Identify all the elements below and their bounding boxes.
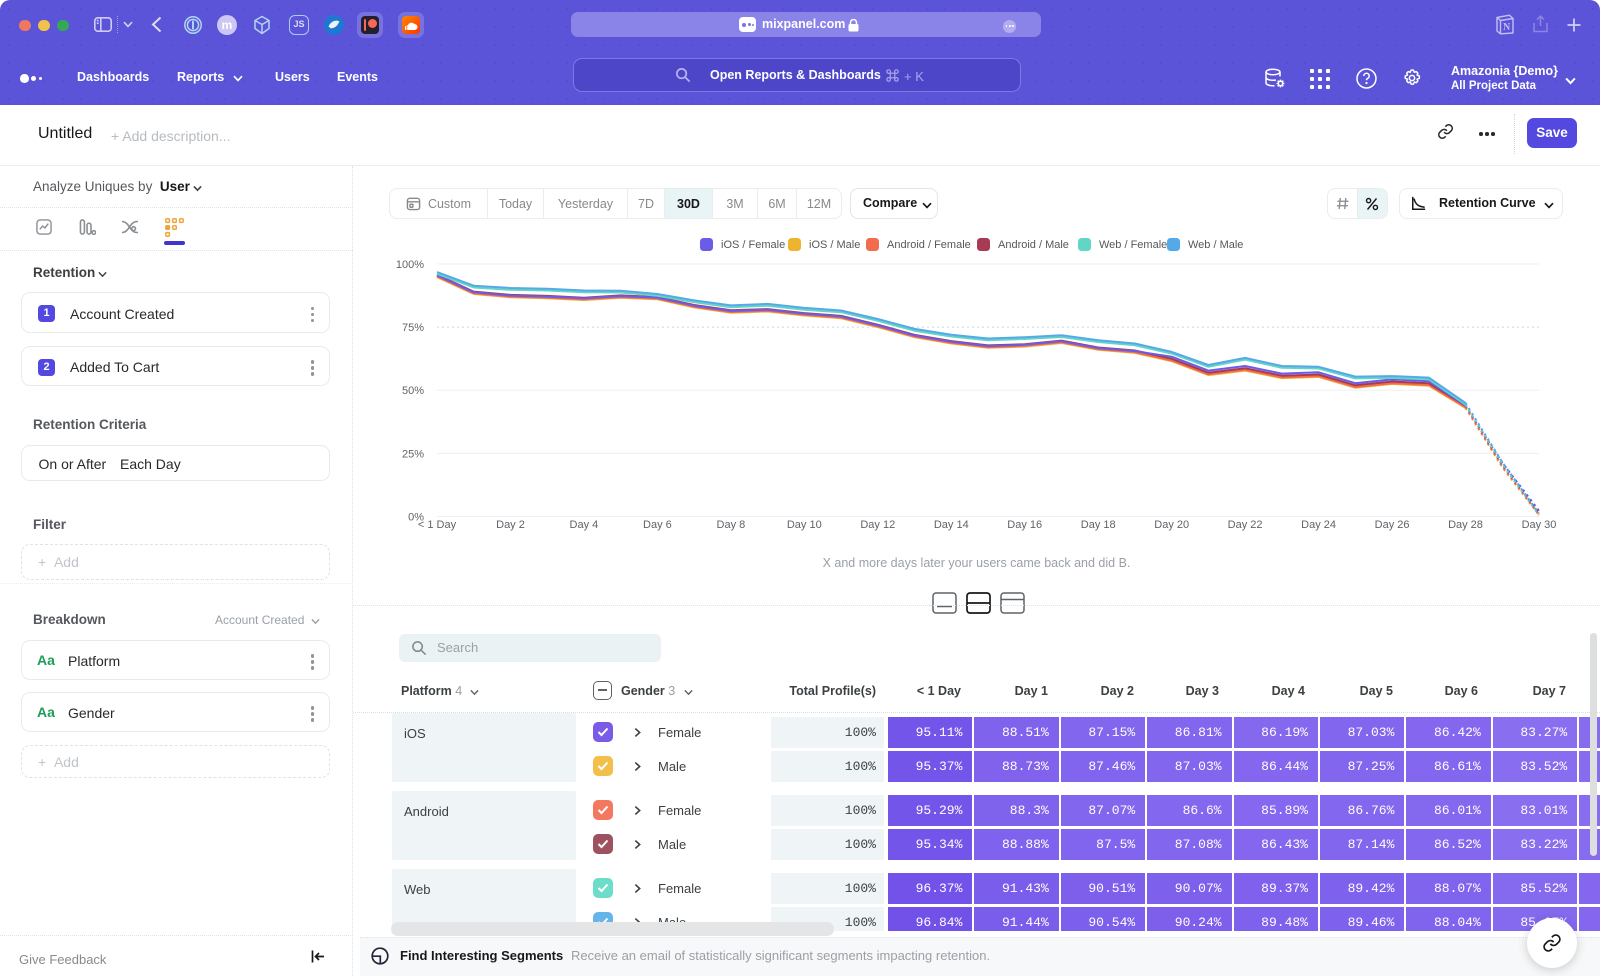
svg-text:N: N bbox=[1503, 22, 1511, 33]
